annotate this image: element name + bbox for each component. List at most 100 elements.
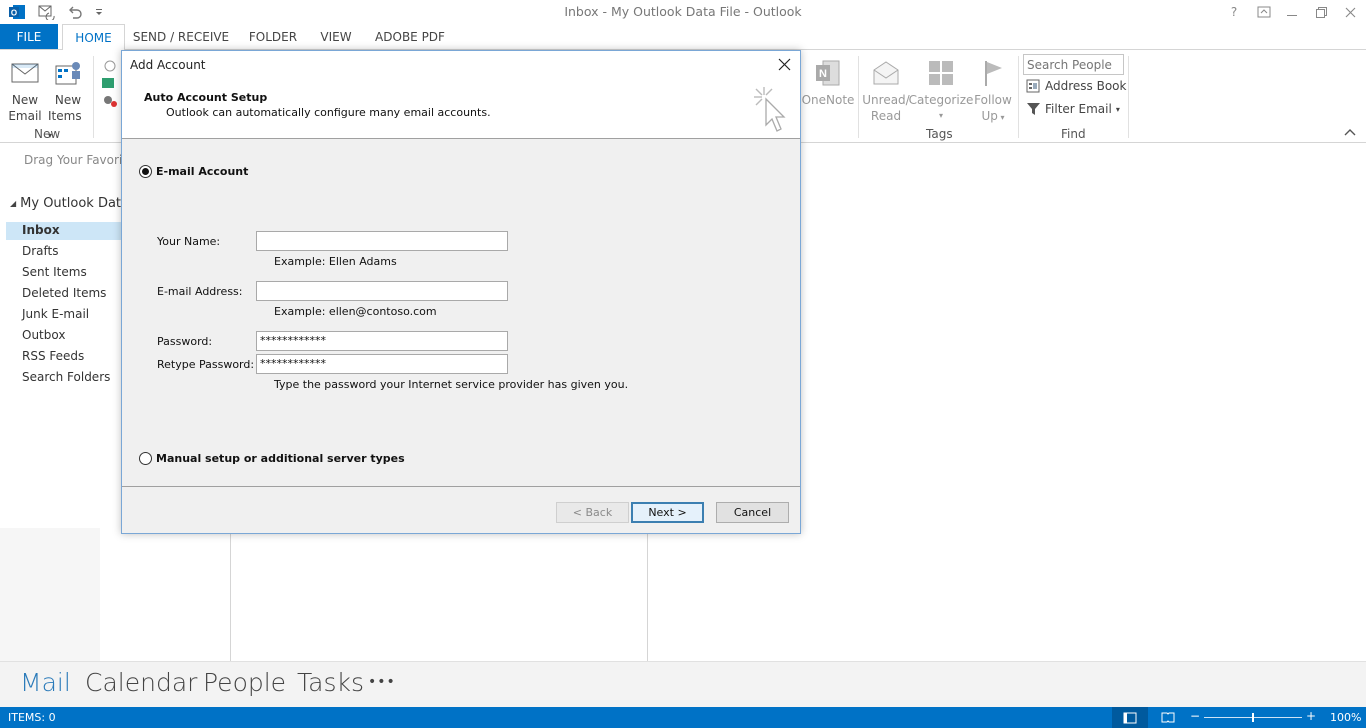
categorize-label: Categorize: [908, 93, 974, 107]
your-name-example: Example: Ellen Adams: [274, 255, 397, 268]
email-address-example: Example: ellen@contoso.com: [274, 305, 437, 318]
folder-search-folders[interactable]: Search Folders: [22, 370, 110, 384]
chevron-down-icon: ▾: [997, 113, 1005, 122]
svg-text:N: N: [819, 68, 827, 80]
follow-up-label-1: Follow: [974, 93, 1012, 107]
tab-view[interactable]: VIEW: [314, 24, 358, 50]
password-hint: Type the password your Internet service …: [274, 378, 629, 391]
ignore-icon[interactable]: [100, 58, 120, 108]
envelope-open-icon: [871, 58, 901, 92]
folder-drafts[interactable]: Drafts: [22, 244, 59, 258]
folder-deleted-items[interactable]: Deleted Items: [22, 286, 106, 300]
your-name-field[interactable]: [256, 231, 508, 251]
zoom-out-button[interactable]: −: [1190, 709, 1200, 723]
nav-tasks[interactable]: Tasks: [297, 668, 364, 697]
unread-read-button[interactable]: Unread/ Read: [862, 58, 910, 124]
new-email-icon: [10, 58, 40, 92]
address-book-label: Address Book: [1045, 79, 1127, 93]
nav-people[interactable]: People: [203, 668, 286, 697]
new-email-label-1: New: [11, 93, 39, 107]
tab-adobe-pdf[interactable]: ADOBE PDF: [370, 24, 450, 50]
dialog-title: Add Account: [130, 58, 206, 72]
title-bar: O Inbox - My Outlook Data File - Outlook…: [0, 0, 1366, 24]
filter-email-label: Filter Email: [1045, 102, 1112, 116]
window-title: Inbox - My Outlook Data File - Outlook: [564, 4, 802, 19]
zoom-in-button[interactable]: +: [1306, 709, 1316, 723]
group-separator: [858, 56, 859, 138]
onenote-button[interactable]: N OneNote: [802, 58, 854, 108]
new-items-label-2: Items: [48, 109, 82, 123]
unread-read-label-2: Read: [870, 109, 902, 123]
filter-icon: [1026, 102, 1041, 116]
tab-send-receive[interactable]: SEND / RECEIVE: [132, 24, 230, 50]
help-icon[interactable]: ?: [1226, 2, 1242, 22]
nav-mail[interactable]: Mail: [20, 668, 71, 697]
ribbon-display-options-icon[interactable]: [1256, 2, 1272, 22]
unread-read-label-1: Unread/: [862, 93, 910, 107]
collapse-ribbon-icon[interactable]: [1344, 128, 1356, 136]
new-email-button[interactable]: New Email: [6, 58, 44, 124]
items-count: ITEMS: 0: [8, 711, 56, 724]
manual-setup-radio[interactable]: [139, 452, 152, 465]
chevron-down-icon: ▾: [1115, 104, 1120, 114]
chevron-down-icon: ▾: [938, 111, 943, 120]
new-items-label-1: New: [54, 93, 82, 107]
onenote-label: OneNote: [801, 93, 855, 107]
email-account-option[interactable]: E-mail Account: [139, 165, 248, 178]
nav-more-icon[interactable]: •••: [368, 674, 396, 690]
dialog-header: Add Account Auto Account Setup Outlook c…: [122, 51, 800, 139]
account-name: My Outlook Data: [20, 196, 129, 211]
folder-sent-items[interactable]: Sent Items: [22, 265, 87, 279]
onenote-icon: N: [813, 58, 843, 92]
zoom-slider-thumb[interactable]: [1252, 713, 1254, 722]
expand-triangle-icon[interactable]: ◢: [10, 199, 16, 208]
auto-setup-cursor-icon: [752, 85, 788, 135]
reading-view-icon[interactable]: [1161, 711, 1175, 723]
follow-up-label-row: Up ▾: [982, 108, 1005, 126]
folder-rss-feeds[interactable]: RSS Feeds: [22, 349, 84, 363]
your-name-label: Your Name:: [157, 235, 221, 248]
folder-pane-shade: [0, 528, 100, 661]
categorize-button[interactable]: Categorize ▾: [908, 58, 974, 124]
tab-folder[interactable]: FOLDER: [244, 24, 302, 50]
normal-view-icon: [1123, 712, 1137, 724]
follow-up-label-2: Up: [981, 109, 998, 123]
manual-setup-option[interactable]: Manual setup or additional server types: [139, 452, 405, 465]
reading-pane-divider: [647, 534, 648, 661]
new-items-icon: [53, 58, 83, 92]
cancel-button[interactable]: Cancel: [716, 502, 789, 523]
filter-email-button[interactable]: Filter Email ▾: [1026, 102, 1120, 116]
group-separator: [1018, 56, 1019, 138]
close-window-icon[interactable]: [1342, 2, 1358, 22]
minimize-icon[interactable]: [1284, 2, 1300, 22]
address-book-button[interactable]: Address Book: [1026, 79, 1126, 93]
normal-view-button[interactable]: [1112, 707, 1148, 728]
restore-icon[interactable]: [1313, 2, 1329, 22]
retype-password-field[interactable]: ************: [256, 354, 508, 374]
group-label-tags: Tags: [926, 127, 953, 141]
email-address-field[interactable]: [256, 281, 508, 301]
dialog-heading: Auto Account Setup: [144, 91, 268, 104]
dialog-close-icon[interactable]: [778, 58, 792, 72]
next-button[interactable]: Next >: [631, 502, 704, 523]
tab-file[interactable]: FILE: [0, 24, 58, 50]
search-people-input[interactable]: [1023, 54, 1124, 75]
zoom-level[interactable]: 100%: [1330, 711, 1361, 724]
folder-outbox[interactable]: Outbox: [22, 328, 65, 342]
add-account-dialog: Add Account Auto Account Setup Outlook c…: [121, 50, 801, 534]
flag-icon: [978, 58, 1008, 92]
password-field[interactable]: ************: [256, 331, 508, 351]
status-bar: ITEMS: 0 − + 100%: [0, 707, 1366, 728]
tab-home[interactable]: HOME: [62, 24, 125, 50]
back-button[interactable]: < Back: [556, 502, 629, 523]
follow-up-button[interactable]: Follow Up ▾: [972, 58, 1014, 126]
folder-inbox[interactable]: Inbox: [22, 223, 60, 237]
email-account-radio[interactable]: [139, 165, 152, 178]
folder-junk-email[interactable]: Junk E-mail: [22, 307, 89, 321]
account-header[interactable]: ◢ My Outlook Data: [10, 196, 129, 211]
group-separator: [1128, 56, 1129, 138]
dialog-footer-divider: [122, 486, 800, 487]
email-account-label: E-mail Account: [156, 165, 249, 178]
nav-calendar[interactable]: Calendar: [85, 668, 197, 697]
group-separator: [93, 56, 94, 138]
